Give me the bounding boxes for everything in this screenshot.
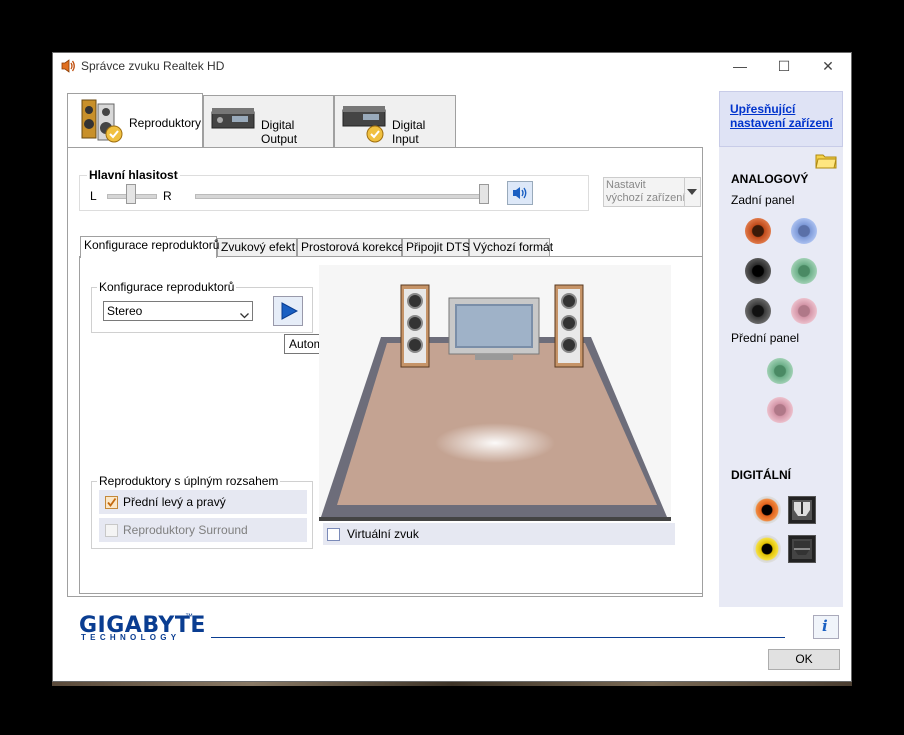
default-device-dropdown[interactable]: Nastavit výchozí zařízení <box>603 177 701 207</box>
minimize-button[interactable]: — <box>717 53 763 79</box>
tab-label: Digital Output <box>261 118 298 146</box>
speaker-config-value: Stereo <box>107 304 143 318</box>
virtual-sound-label: Virtuální zvuk <box>347 527 419 541</box>
virtual-sound-row[interactable]: Virtuální zvuk <box>323 523 675 545</box>
surround-row[interactable]: Reproduktory Surround <box>99 518 307 542</box>
play-icon <box>280 302 299 323</box>
virtual-sound-checkbox[interactable] <box>327 528 340 541</box>
footer-divider <box>211 637 785 638</box>
subtab-zvukovy-efekt[interactable]: Zvukový efekt <box>217 238 297 257</box>
close-button[interactable]: ✕ <box>805 53 851 79</box>
chevron-down-icon <box>687 185 697 199</box>
dropdown-divider <box>684 178 685 206</box>
advanced-settings-link-2[interactable]: nastavení zařízení <box>730 116 833 130</box>
jack-blue[interactable] <box>791 218 817 244</box>
tv-display <box>447 296 541 365</box>
digital-device-icon <box>210 106 256 135</box>
balance-slider-thumb[interactable] <box>126 184 136 204</box>
chevron-down-icon <box>240 308 249 322</box>
front-lr-label: Přední levý a pravý <box>123 495 226 509</box>
jack-black[interactable] <box>745 258 771 284</box>
volume-group-label: Hlavní hlasitost <box>87 168 180 182</box>
speaker-app-icon <box>60 58 76 77</box>
subtab-konfigurace[interactable]: Konfigurace reproduktorů <box>80 236 219 258</box>
digital-device-icon <box>341 104 387 147</box>
folder-icon[interactable] <box>815 151 837 172</box>
balance-right-label: R <box>163 189 172 203</box>
digital-heading: DIGITÁLNÍ <box>731 468 791 482</box>
gigabyte-technology: TECHNOLOGY <box>81 633 181 642</box>
mute-button[interactable] <box>507 181 533 205</box>
speaker-config-select[interactable]: Stereo <box>103 301 253 321</box>
full-range-label: Reproduktory s úplným rozsahem <box>97 474 281 488</box>
tab-reproduktory[interactable]: Reproduktory <box>67 93 203 147</box>
surround-checkbox[interactable] <box>105 524 118 537</box>
balance-left-label: L <box>90 189 97 203</box>
info-icon: i <box>822 617 828 635</box>
coaxial-orange-jack[interactable] <box>753 496 781 524</box>
window-title: Správce zvuku Realtek HD <box>81 59 225 73</box>
speaker-config-label: Konfigurace reproduktorů <box>97 280 237 294</box>
tab-label: Reproduktory <box>129 116 202 130</box>
title-bar[interactable]: Správce zvuku Realtek HD — ☐ ✕ <box>53 53 851 79</box>
analog-heading: ANALOGOVÝ <box>731 172 809 186</box>
front-lr-row[interactable]: Přední levý a pravý <box>99 490 307 514</box>
front-panel-label: Přední panel <box>731 331 800 345</box>
tab-label: Digital Input <box>392 118 426 146</box>
speakers-icon <box>80 98 124 147</box>
jack-front-green[interactable] <box>767 358 793 384</box>
volume-slider-thumb[interactable] <box>479 184 489 204</box>
back-panel-label: Zadní panel <box>731 193 795 207</box>
jack-pink[interactable] <box>791 298 817 324</box>
front-lr-checkbox[interactable] <box>105 496 118 509</box>
realtek-window: Správce zvuku Realtek HD — ☐ ✕ Reprodukt… <box>52 52 852 682</box>
gigabyte-tm: ™ <box>185 612 193 621</box>
optical-input-port[interactable] <box>788 535 816 563</box>
advanced-settings-box: Upřesňující nastavení zařízení <box>719 91 843 147</box>
jack-green[interactable] <box>791 258 817 284</box>
coaxial-yellow-jack[interactable] <box>753 535 781 563</box>
auto-test-button[interactable] <box>273 296 303 326</box>
default-device-label-1: Nastavit <box>606 179 646 191</box>
speaker-volume-icon <box>512 185 530 204</box>
subtab-prostorova-korekce[interactable]: Prostorová korekce <box>297 238 404 257</box>
ok-button[interactable]: OK <box>768 649 840 670</box>
surround-label: Reproduktory Surround <box>123 523 248 537</box>
front-left-speaker[interactable] <box>399 283 431 372</box>
optical-port[interactable] <box>788 496 816 524</box>
jack-orange[interactable] <box>745 218 771 244</box>
volume-track[interactable] <box>195 194 489 199</box>
info-button[interactable]: i <box>813 615 839 639</box>
tab-digital-input[interactable]: Digital Input <box>334 95 456 147</box>
default-device-label-2: výchozí zařízení <box>606 192 686 204</box>
jack-front-pink[interactable] <box>767 397 793 423</box>
tab-digital-output[interactable]: Digital Output <box>203 95 334 147</box>
advanced-settings-link-1[interactable]: Upřesňující <box>730 102 795 116</box>
jack-gray[interactable] <box>745 298 771 324</box>
front-right-speaker[interactable] <box>553 283 585 372</box>
maximize-button[interactable]: ☐ <box>761 53 807 79</box>
subtab-pripojit-dts[interactable]: Připojit DTS <box>402 238 470 257</box>
subtab-vychozi-format[interactable]: Výchozí formát <box>469 238 553 257</box>
